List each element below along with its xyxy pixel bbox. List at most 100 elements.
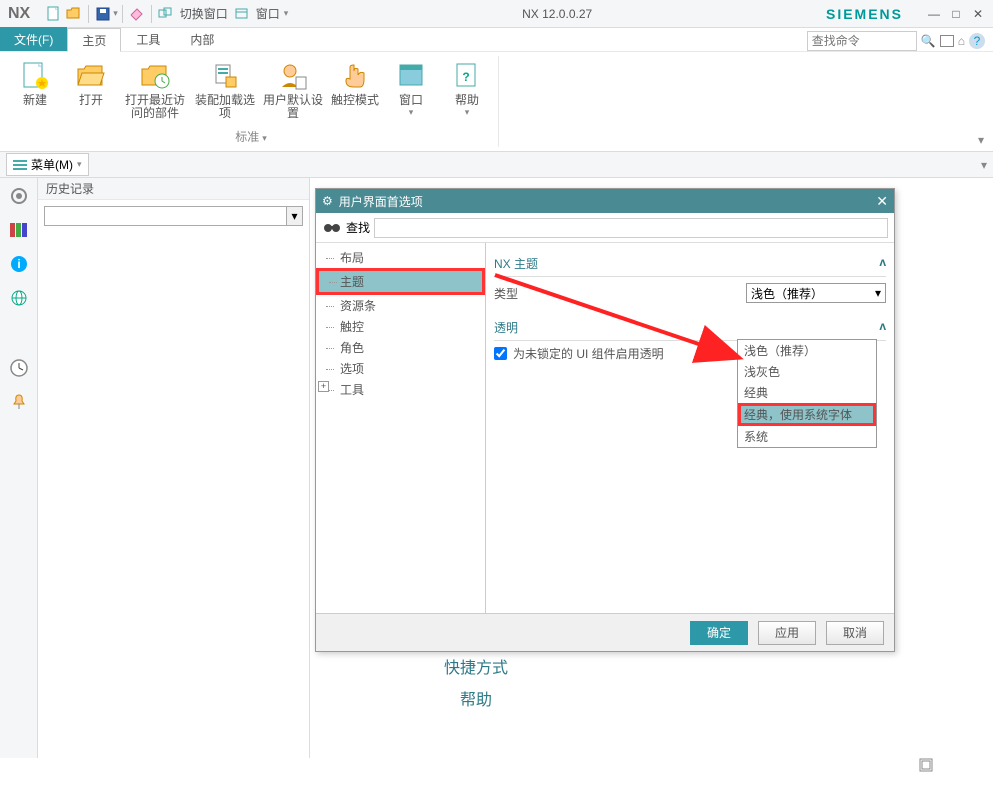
apply-button[interactable]: 应用 (758, 621, 816, 645)
dialog-titlebar: ⚙ 用户界面首选项 ✕ (316, 189, 894, 213)
dropdown-opt-4[interactable]: 系统 (738, 426, 876, 447)
shortcut-link[interactable]: 快捷方式 (440, 650, 512, 682)
pin-icon[interactable] (7, 390, 31, 414)
ribbon-assembly-load[interactable]: 装配加载选项 (192, 56, 258, 126)
clock-icon[interactable] (7, 356, 31, 380)
history-input[interactable] (44, 206, 287, 226)
toolbar-dropdown[interactable]: ▾ (981, 158, 987, 172)
history-combo: ▾ (44, 206, 303, 226)
window-icon[interactable] (233, 5, 251, 23)
dialog-title-text: 用户界面首选项 (339, 193, 423, 210)
type-row: 类型 浅色（推荐） ▾ (494, 277, 886, 309)
separator (88, 5, 89, 23)
secondary-toolbar: 菜单(M) ▾ ▾ (0, 152, 993, 178)
new-icon[interactable] (45, 5, 63, 23)
dialog-search-row: 查找 (316, 213, 894, 243)
left-rail: i (0, 178, 38, 758)
chevron-down-icon: ▾ (875, 286, 881, 300)
dropdown-opt-0[interactable]: 浅色（推荐） (738, 340, 876, 361)
svg-text:i: i (17, 257, 20, 271)
command-search-input[interactable] (807, 31, 917, 51)
ribbon-group-standard: 新建 打开 打开最近访问的部件 装配加载选项 用户默认设置 触控模式 (4, 56, 499, 147)
layout-icon[interactable] (940, 35, 954, 47)
dropdown-opt-1[interactable]: 浅灰色 (738, 361, 876, 382)
ribbon-help[interactable]: ? 帮助 ▾ (440, 56, 494, 126)
eraser-icon[interactable] (128, 5, 146, 23)
history-panel: 历史记录 ▾ (38, 178, 310, 758)
books-icon[interactable] (7, 218, 31, 242)
brand-label: SIEMENS (826, 6, 903, 22)
chevron-up-icon: ʌ (879, 319, 886, 336)
binoculars-icon (322, 220, 342, 236)
search-icon[interactable]: 🔍 (921, 34, 936, 48)
switch-window-label[interactable]: 切换窗口 (180, 5, 228, 22)
type-select[interactable]: 浅色（推荐） ▾ (746, 283, 886, 303)
close-button[interactable]: ✕ (969, 5, 987, 23)
open-icon[interactable] (65, 5, 83, 23)
minimize-button[interactable]: — (925, 5, 943, 23)
dropdown-opt-2[interactable]: 经典 (738, 382, 876, 403)
tree-item-resource[interactable]: 资源条 (316, 295, 485, 316)
separator (151, 5, 152, 23)
tree-item-touch[interactable]: 触控 (316, 316, 485, 337)
ribbon-open[interactable]: 打开 (64, 56, 118, 126)
tree-item-options[interactable]: 选项 (316, 358, 485, 379)
menu-bar: 文件(F) 主页 工具 内部 🔍 ⌂ ? (0, 28, 993, 52)
section-transparency[interactable]: 透明 ʌ (494, 315, 886, 341)
dialog-search-input[interactable] (374, 218, 888, 238)
menu-icon (13, 159, 27, 171)
menu-right: 🔍 ⌂ ? (807, 31, 993, 51)
tab-tools[interactable]: 工具 (121, 27, 175, 51)
ribbon-open-recent[interactable]: 打开最近访问的部件 (120, 56, 190, 126)
info-icon[interactable]: i (7, 252, 31, 276)
help-icon[interactable]: ? (969, 33, 985, 49)
ribbon-window[interactable]: 窗口 ▾ (384, 56, 438, 126)
tab-home[interactable]: 主页 (67, 28, 121, 52)
globe-icon[interactable] (7, 286, 31, 310)
tree-item-theme[interactable]: 主题 (316, 268, 485, 295)
tree-panel: 布局 主题 资源条 触控 角色 选项 工具 (316, 243, 486, 613)
bottom-links: 快捷方式 帮助 (440, 650, 512, 714)
gear-icon[interactable] (7, 184, 31, 208)
window-label[interactable]: 窗口 (256, 5, 280, 22)
status-icon (919, 758, 933, 775)
tree-item-tools[interactable]: 工具 (316, 379, 485, 400)
gear-icon: ⚙ (322, 194, 333, 208)
history-dropdown-button[interactable]: ▾ (287, 206, 303, 226)
history-header: 历史记录 (38, 178, 309, 200)
section-nx-theme[interactable]: NX 主题 ʌ (494, 251, 886, 277)
tab-internal[interactable]: 内部 (175, 27, 229, 51)
close-icon[interactable]: ✕ (876, 193, 888, 210)
search-label: 查找 (346, 219, 370, 236)
ribbon-new[interactable]: 新建 (8, 56, 62, 126)
preferences-dialog: ⚙ 用户界面首选项 ✕ 查找 布局 主题 资源条 触控 角色 选项 工具 NX … (315, 188, 895, 652)
tree-item-layout[interactable]: 布局 (316, 247, 485, 268)
separator (122, 5, 123, 23)
ribbon: 新建 打开 打开最近访问的部件 装配加载选项 用户默认设置 触控模式 (0, 52, 993, 152)
type-dropdown-list: 浅色（推荐） 浅灰色 经典 经典，使用系统字体 系统 (737, 339, 877, 448)
chevron-up-icon: ʌ (879, 255, 886, 272)
menu-button[interactable]: 菜单(M) ▾ (6, 153, 89, 176)
nx-logo: NX (4, 5, 34, 23)
dialog-footer: 确定 应用 取消 (316, 613, 894, 651)
maximize-button[interactable]: □ (947, 5, 965, 23)
ribbon-group-label: 标准 ▾ (235, 126, 267, 147)
dropdown-opt-3[interactable]: 经典，使用系统字体 (738, 403, 876, 426)
save-icon[interactable] (94, 5, 112, 23)
ribbon-touch-mode[interactable]: 触控模式 (328, 56, 382, 126)
transparency-checkbox[interactable] (494, 347, 507, 360)
file-menu[interactable]: 文件(F) (0, 27, 67, 51)
app-title: NX 12.0.0.27 (288, 7, 826, 21)
ok-button[interactable]: 确定 (690, 621, 748, 645)
tree-item-role[interactable]: 角色 (316, 337, 485, 358)
home-icon[interactable]: ⌂ (958, 34, 965, 48)
type-label: 类型 (494, 285, 518, 302)
windows-icon[interactable] (157, 5, 175, 23)
ribbon-dropdown[interactable]: ▾ (973, 56, 989, 147)
dialog-body: 布局 主题 资源条 触控 角色 选项 工具 NX 主题 ʌ 类型 浅色（推荐） … (316, 243, 894, 613)
svg-text:?: ? (462, 70, 469, 84)
ribbon-user-defaults[interactable]: 用户默认设置 (260, 56, 326, 126)
detail-panel: NX 主题 ʌ 类型 浅色（推荐） ▾ 透明 ʌ 为未锁定的 UI 组件启用透明… (486, 243, 894, 613)
cancel-button[interactable]: 取消 (826, 621, 884, 645)
help-link[interactable]: 帮助 (440, 682, 512, 714)
